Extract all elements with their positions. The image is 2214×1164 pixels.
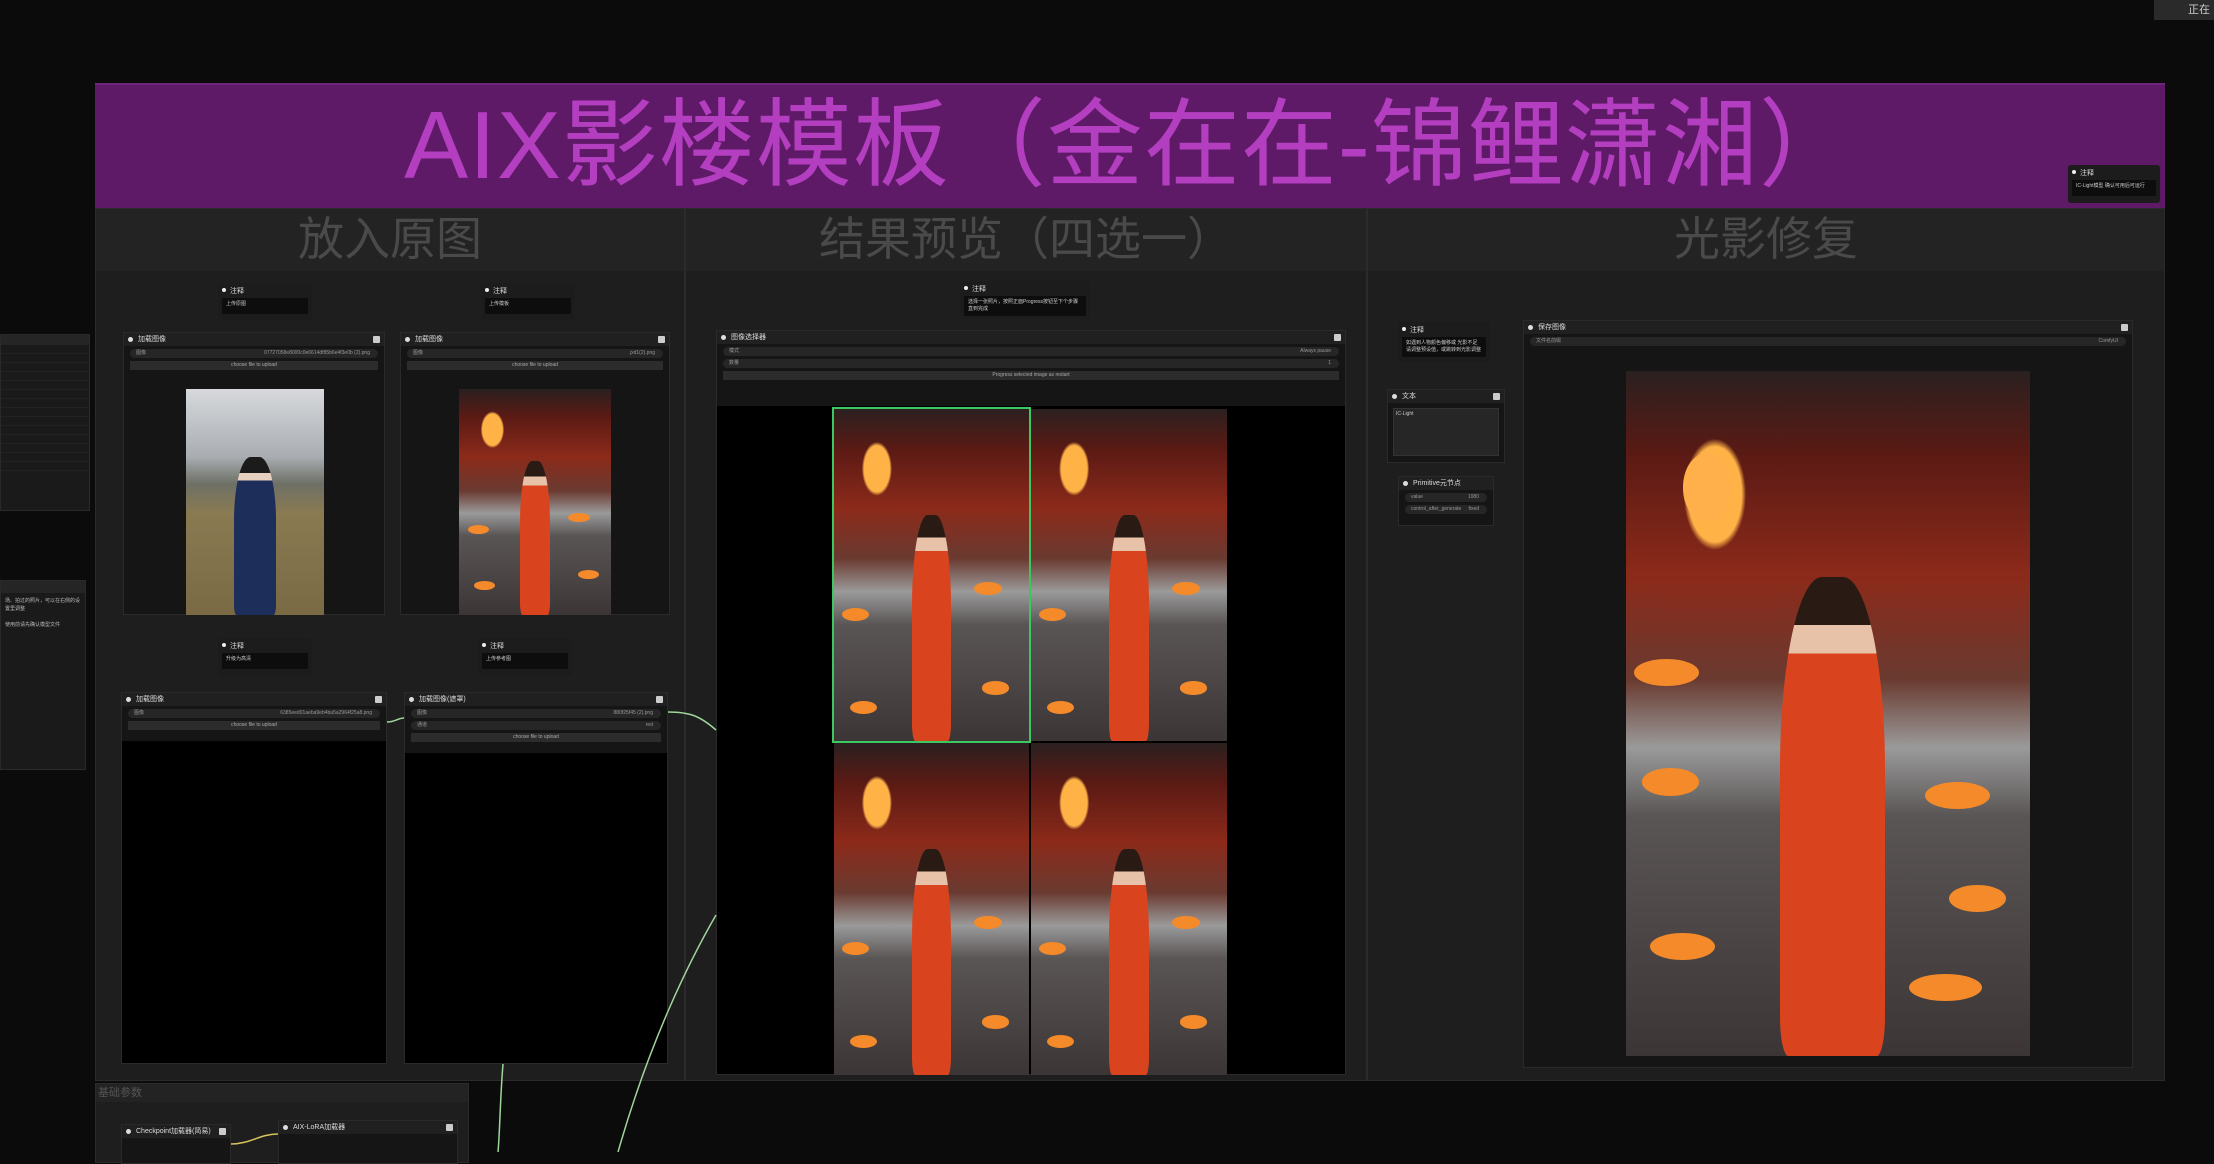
node-cables [230, 711, 717, 1152]
